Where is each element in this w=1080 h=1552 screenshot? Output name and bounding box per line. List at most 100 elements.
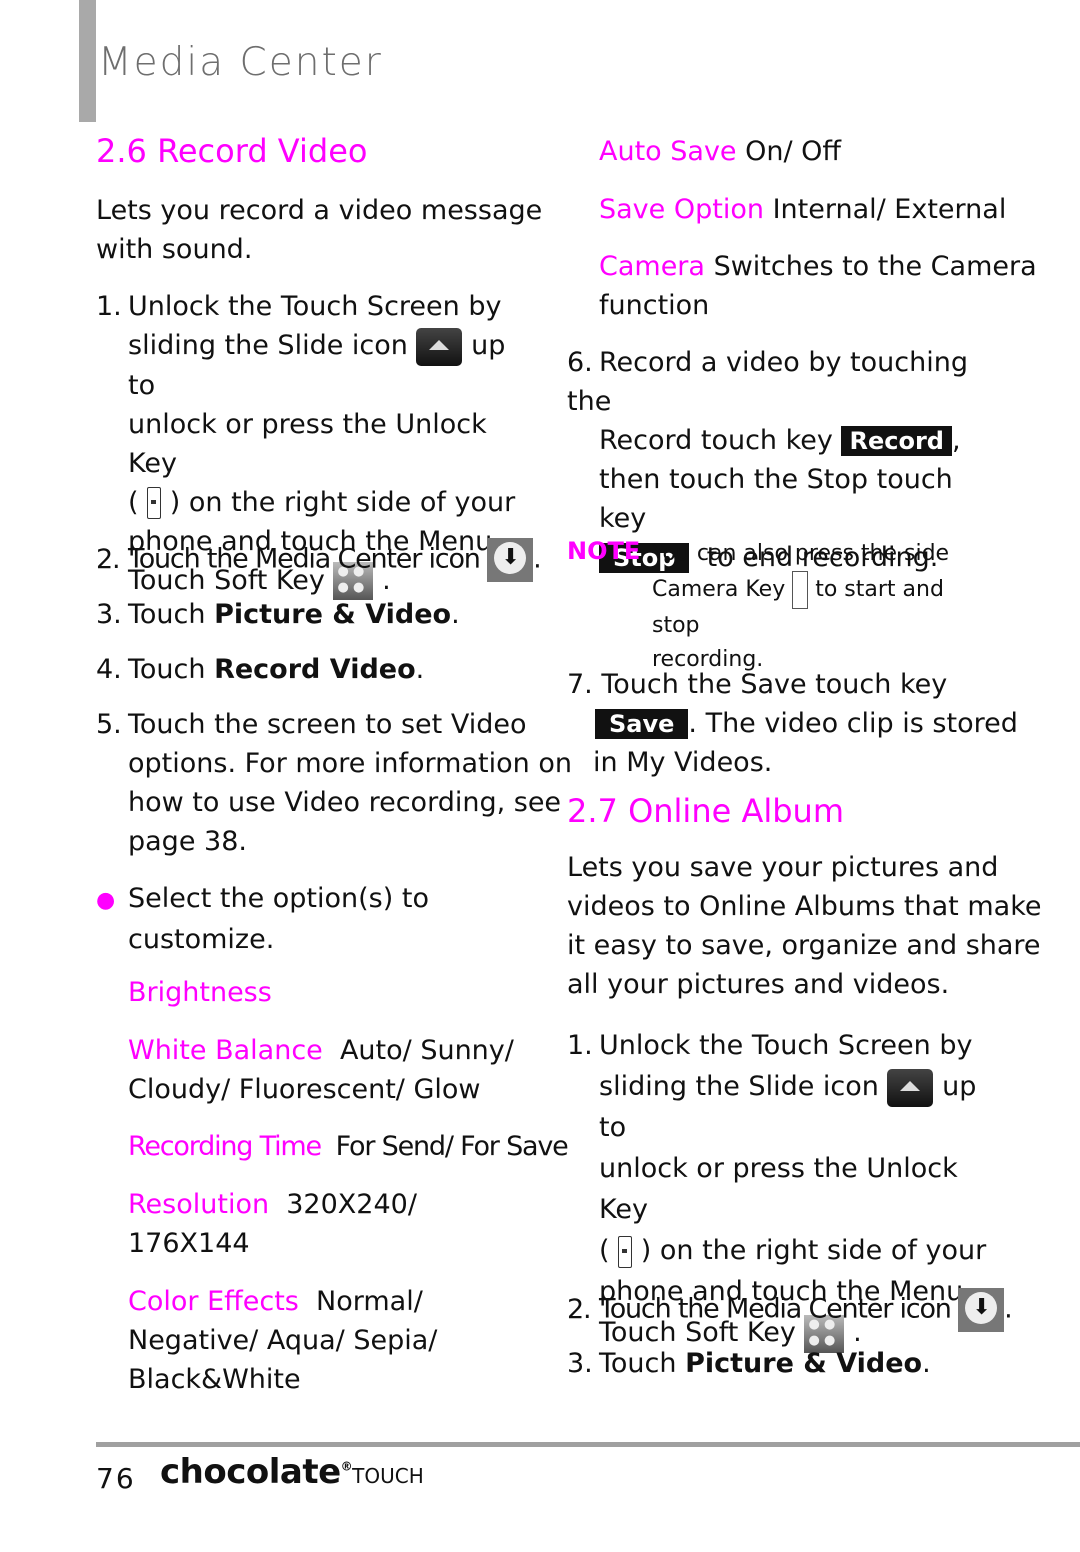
step-number: 5. [96, 709, 122, 740]
option-value: Black&White [128, 1364, 301, 1395]
option-resolution: Resolution 320X240/ 176X144 [128, 1185, 417, 1263]
right-step-3: 3. Touch Picture & Video. [567, 1344, 931, 1383]
option-value: function [599, 290, 710, 321]
brand-suffix: TOUCH [352, 1464, 424, 1488]
footer-divider [96, 1442, 1080, 1447]
section-title-record-video: 2.6 Record Video [96, 132, 368, 170]
option-value: Auto/ Sunny/ [339, 1035, 514, 1066]
note-text: You can also press the side [652, 541, 950, 566]
option-value: For Send/ For Save [335, 1131, 569, 1162]
step-text: Touch the screen to set Video [128, 709, 527, 740]
bullet-text: Select the option(s) to [128, 883, 429, 914]
step-text: Touch [128, 654, 215, 685]
right-step-2: 2.Touch the Media Center icon . [567, 1288, 1013, 1332]
step-text: . [415, 654, 425, 685]
chapter-side-bar [79, 0, 96, 122]
left-step-3: 3. Touch Picture & Video. [96, 595, 460, 634]
intro-line: videos to Online Albums that make [567, 891, 1042, 922]
step-text: how to use Video recording, see [128, 787, 562, 818]
step-text: Touch the Save touch key [601, 669, 948, 700]
option-label: Camera [599, 251, 705, 282]
left-step-5: 5. Touch the screen to set Video options.… [96, 705, 572, 861]
step-text: Touch the Media Center icon [128, 543, 481, 575]
step-text: ) on the right side of your [169, 486, 516, 518]
option-white-balance: White Balance Auto/ Sunny/ Cloudy/ Fluor… [128, 1031, 514, 1109]
step-number: 4. [96, 654, 122, 685]
registered-mark: ® [340, 1459, 353, 1474]
step-number: 1. [96, 291, 122, 322]
intro-line: it easy to save, organize and share [567, 930, 1041, 961]
chapter-title: Media Center [98, 40, 383, 85]
note-text: Camera Key [652, 577, 786, 602]
step-text: page 38. [128, 826, 247, 857]
option-label: Save Option [599, 194, 764, 225]
menu-item-record-video: Record Video [214, 654, 416, 685]
option-color-effects: Color Effects Normal/ Negative/ Aqua/ Se… [128, 1282, 437, 1399]
right-step-7: 7. Touch the Save touch key Save. The vi… [567, 665, 1018, 782]
step-text: options. For more information on [128, 748, 572, 779]
options-bullet: ● Select the option(s) to customize. [96, 879, 429, 959]
option-label: Resolution [128, 1189, 270, 1220]
left-step-4: 4. Touch Record Video. [96, 650, 424, 689]
step-number: 3. [96, 599, 122, 630]
step-text: ( [128, 486, 139, 518]
record-key: Record [841, 426, 952, 456]
brand-logo: chocolate®TOUCH [160, 1452, 424, 1492]
bullet-icon: ● [96, 888, 116, 913]
step-text: sliding the Slide icon [599, 1071, 879, 1102]
intro-line: all your pictures and videos. [567, 969, 950, 1000]
step-text: Record touch key [599, 425, 833, 456]
step-text: unlock or press the Unlock Key [599, 1153, 958, 1225]
unlock-key-icon [618, 1235, 633, 1268]
step-number: 3. [567, 1348, 593, 1379]
option-camera: Camera Switches to the Camera function [599, 247, 1037, 325]
step-text: . [922, 1348, 931, 1379]
step-text: Touch the Media Center icon [599, 1293, 952, 1325]
option-value: 320X240/ [286, 1189, 417, 1220]
record-video-intro: Lets you record a video message with sou… [96, 191, 542, 269]
step-text: Unlock the Touch Screen by [599, 1030, 973, 1061]
step-text: in My Videos. [593, 747, 773, 778]
unlock-key-icon [147, 487, 162, 519]
step-text: then touch the Stop touch key [599, 464, 953, 534]
step-text: , [951, 425, 961, 456]
option-value: Switches to the Camera [713, 251, 1037, 282]
option-value: Internal/ External [772, 194, 1007, 225]
intro-line: Lets you record a video message [96, 195, 543, 226]
option-label: Color Effects [128, 1286, 299, 1317]
step-number: 1. [567, 1030, 593, 1061]
step-text: Record a video by touching the [567, 347, 968, 417]
option-value: On/ Off [745, 136, 842, 167]
brand-name: chocolate [160, 1452, 341, 1492]
option-auto-save: Auto Save On/ Off [599, 132, 841, 171]
step-text: Unlock the Touch Screen by [128, 291, 502, 322]
option-label: White Balance [128, 1035, 323, 1066]
step-text: ) on the right side of your [640, 1235, 987, 1266]
note-label: NOTE [567, 537, 641, 565]
menu-item-picture-video: Picture & Video [214, 599, 452, 630]
menu-item-picture-video: Picture & Video [685, 1348, 923, 1379]
slide-icon [887, 1068, 934, 1107]
save-key: Save [595, 709, 689, 739]
step-text: ( [599, 1235, 610, 1266]
step-text: . [533, 543, 542, 575]
left-step-2: 2.Touch the Media Center icon . [96, 538, 542, 582]
option-label: Auto Save [599, 136, 737, 167]
step-text: . [1004, 1293, 1013, 1325]
note-block: NOTE You can also press the side Camera … [567, 537, 997, 677]
online-album-intro: Lets you save your pictures and videos t… [567, 848, 1041, 1004]
section-title-online-album: 2.7 Online Album [567, 792, 844, 830]
option-save-option: Save Option Internal/ External [599, 190, 1006, 229]
step-text: unlock or press the Unlock Key [128, 408, 487, 479]
media-center-icon [958, 1288, 1005, 1332]
step-number: 2. [96, 543, 121, 575]
intro-line: Lets you save your pictures and [567, 852, 999, 883]
step-text: sliding the Slide icon [128, 330, 408, 361]
step-text: Touch [128, 599, 215, 630]
option-value: Normal/ [316, 1286, 423, 1317]
step-text: Touch [599, 1348, 686, 1379]
option-recording-time: Recording Time For Send/ For Save [128, 1127, 569, 1166]
camera-key-icon [792, 571, 809, 609]
intro-line: with sound. [96, 234, 253, 265]
step-text: . [451, 599, 460, 630]
